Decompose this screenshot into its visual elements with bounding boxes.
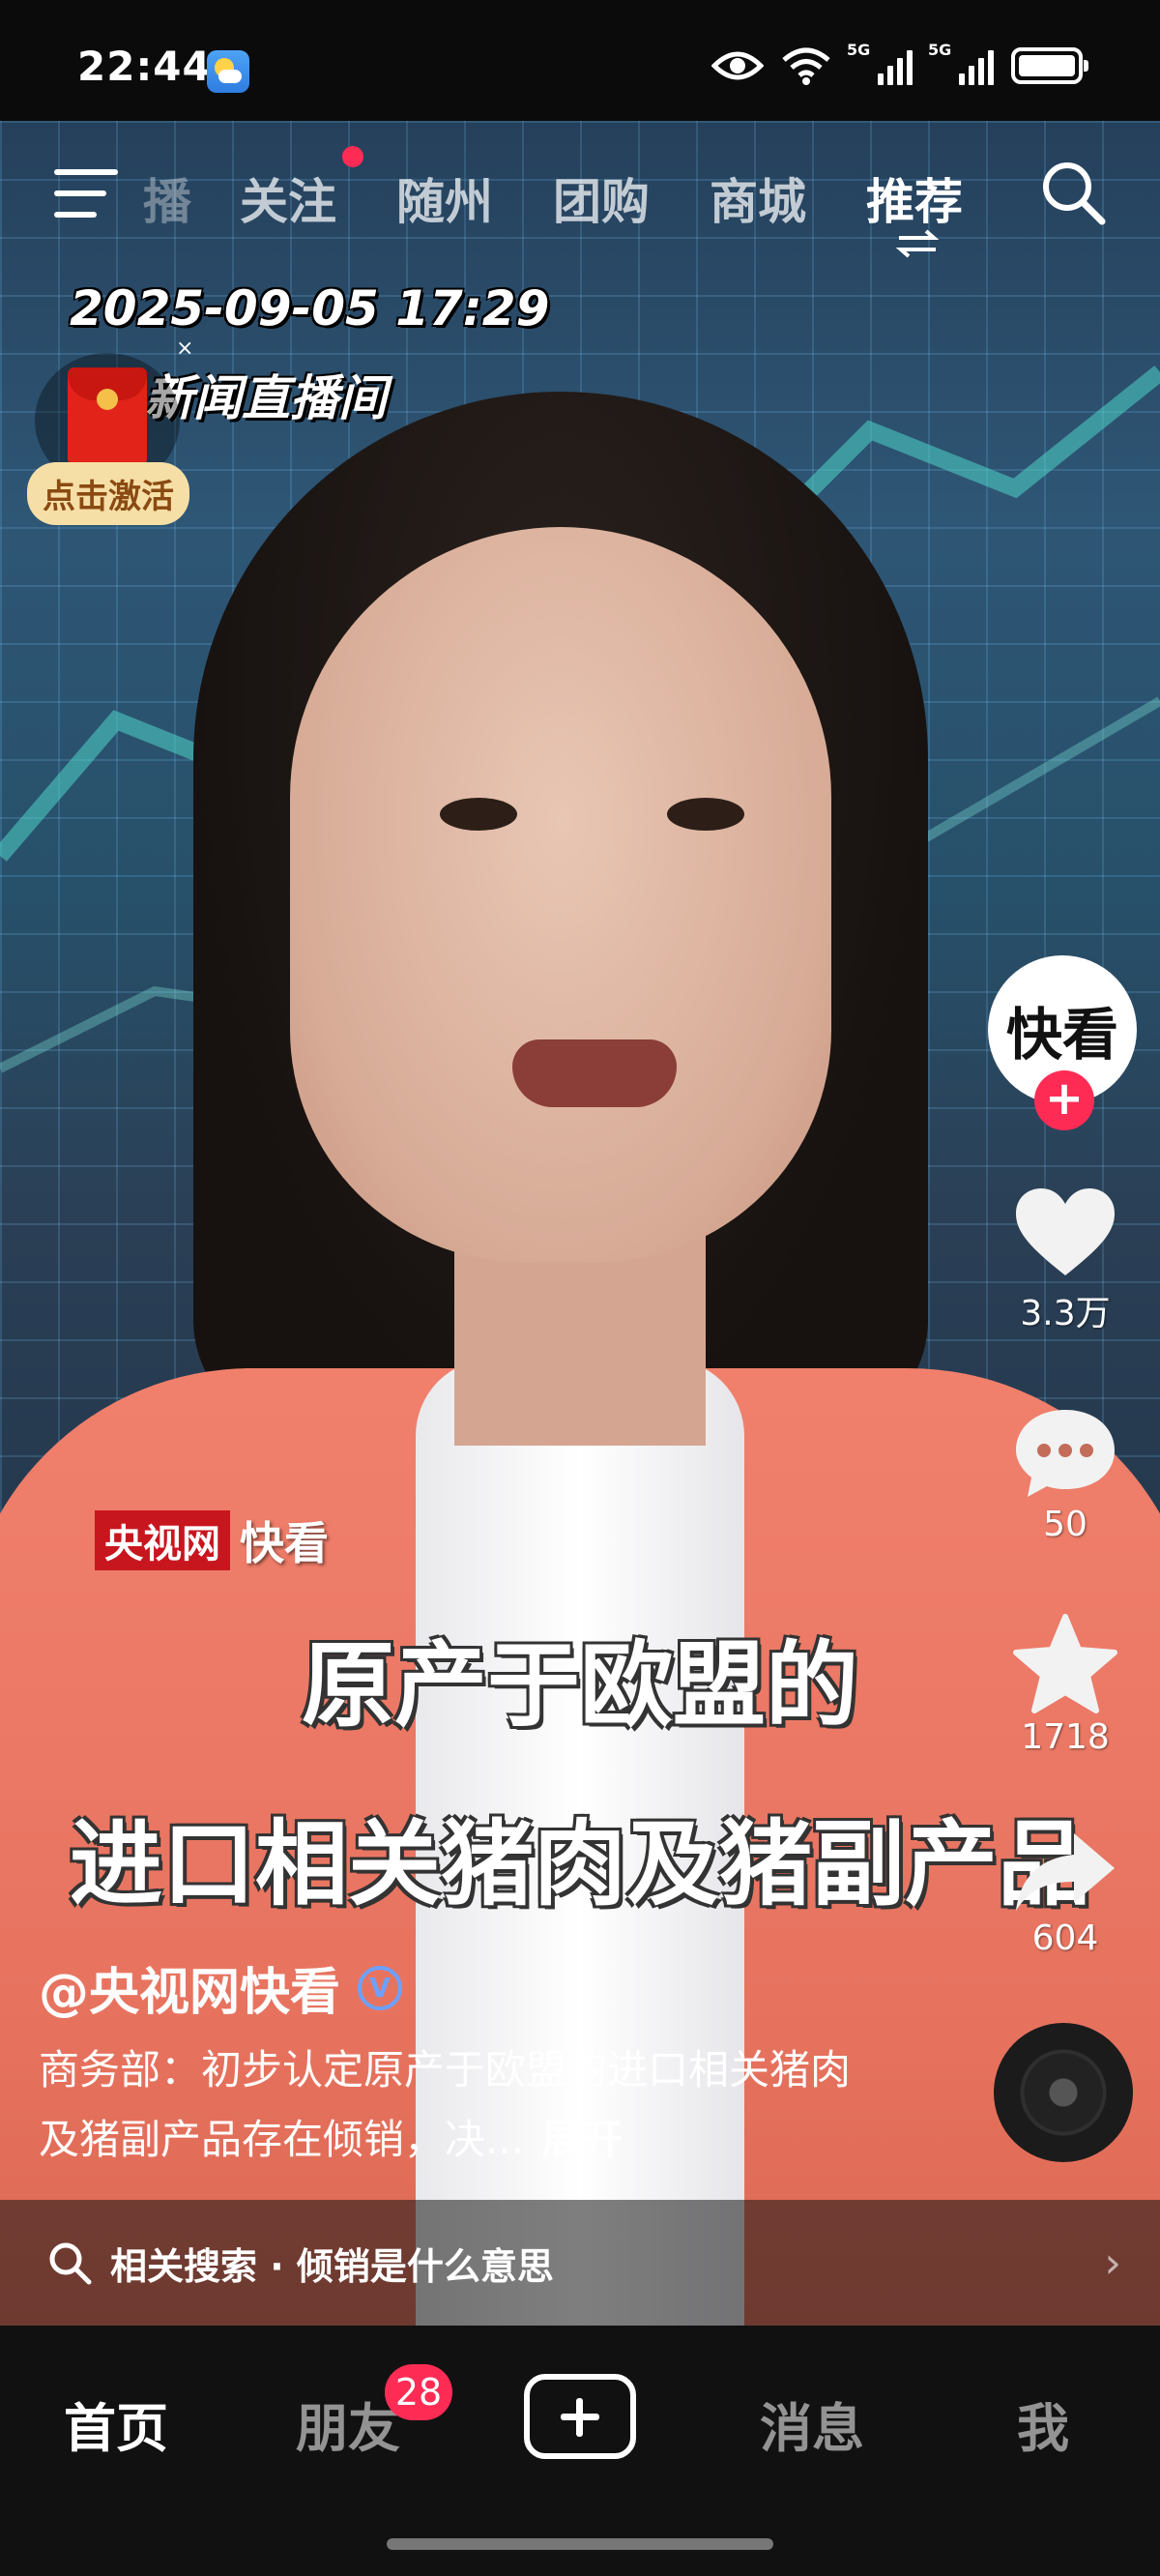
search-icon[interactable] (1038, 158, 1108, 227)
comment-button[interactable]: 50 (1005, 1404, 1125, 1544)
eye-icon (711, 51, 764, 80)
tab-partial[interactable]: 播 (143, 163, 191, 233)
video-timestamp-box: 2025-09-05 17:29 (70, 280, 549, 337)
signal-icon: 5G (928, 41, 994, 85)
comment-icon (1016, 1410, 1115, 1497)
battery-icon (1011, 47, 1088, 84)
channel-watermark: 央视网 快看 (95, 1508, 329, 1572)
close-icon[interactable]: × (176, 337, 193, 361)
tab-mall[interactable]: 商城 (710, 163, 806, 233)
anchor-eye (667, 798, 744, 831)
network-label: 5G (847, 41, 871, 59)
activate-button[interactable]: 点击激活 (27, 462, 189, 525)
expand-button[interactable]: 展开 (541, 2116, 623, 2163)
like-button[interactable]: 3.3万 (1005, 1185, 1125, 1335)
anchor-mouth (512, 1039, 677, 1107)
comment-count: 50 (1043, 1505, 1088, 1544)
nav-home[interactable]: 首页 (64, 2386, 168, 2462)
follow-button[interactable]: + (1034, 1070, 1094, 1130)
status-icons: 5G 5G (711, 41, 1088, 85)
bottom-nav: 首页 朋友 28 消息 我 (0, 2326, 1160, 2576)
related-search-text: 相关搜索 · 倾销是什么意思 (110, 2244, 554, 2288)
search-icon (49, 2242, 92, 2285)
verified-icon: V (358, 1965, 403, 2010)
music-disc-icon[interactable] (994, 2023, 1133, 2162)
wifi-icon (782, 47, 830, 85)
red-packet-icon[interactable] (68, 367, 147, 468)
video-subtitle-line1: 原产于欧盟的 (302, 1631, 858, 1740)
top-nav: 播 关注 随州 团购 商城 推荐 (0, 121, 1160, 266)
tab-group-buy[interactable]: 团购 (553, 163, 650, 233)
status-time: 22:44 (77, 43, 212, 90)
tab-recommend[interactable]: 推荐 (866, 163, 963, 233)
swap-icon[interactable] (895, 229, 940, 258)
video-subtitle-line2: 进口相关猪肉及猪副产品 (70, 1810, 1090, 1918)
author-row[interactable]: @央视网快看 V (39, 1951, 403, 2024)
related-search-bar[interactable]: 相关搜索 · 倾销是什么意思 › (0, 2200, 1160, 2326)
chevron-right-icon: › (1104, 2239, 1121, 2288)
home-indicator[interactable] (387, 2538, 773, 2550)
heart-icon (1016, 1188, 1115, 1275)
post-description-text: 商务部：初步认定原产于欧盟的进口相关猪肉及猪副产品存在倾销，决... (39, 2046, 852, 2163)
tab-suizhou[interactable]: 随州 (396, 163, 493, 233)
notification-dot (342, 146, 363, 167)
menu-icon[interactable] (54, 169, 118, 218)
anchor-eye (440, 798, 517, 831)
watermark-logo-red: 央视网 (95, 1510, 230, 1570)
weather-icon (207, 50, 249, 93)
star-icon (1013, 1614, 1117, 1713)
nav-me[interactable]: 我 (1017, 2386, 1069, 2462)
nav-messages[interactable]: 消息 (760, 2386, 864, 2462)
channel-name: 新闻直播间 (145, 370, 387, 426)
network-label: 5G (928, 41, 952, 59)
signal-icon: 5G (847, 41, 913, 85)
share-count: 604 (1031, 1918, 1099, 1958)
share-icon (1016, 1833, 1115, 1911)
status-bar: 22:44 5G 5G (0, 0, 1160, 121)
anchor-face (290, 527, 831, 1262)
favorite-count: 1718 (1021, 1717, 1110, 1757)
video-timestamp: 2025-09-05 17:29 (70, 280, 550, 337)
author-name[interactable]: @央视网快看 (39, 1951, 340, 2024)
watermark-logo-white: 快看 (240, 1517, 329, 1569)
share-button[interactable]: 604 (1005, 1828, 1125, 1958)
friends-badge: 28 (385, 2364, 452, 2420)
post-description[interactable]: 商务部：初步认定原产于欧盟的进口相关猪肉及猪副产品存在倾销，决... 展开 (39, 2035, 889, 2175)
favorite-button[interactable]: 1718 (1005, 1613, 1125, 1757)
like-count: 3.3万 (1020, 1294, 1111, 1333)
create-button[interactable] (524, 2374, 636, 2459)
tab-following[interactable]: 关注 (240, 163, 336, 233)
